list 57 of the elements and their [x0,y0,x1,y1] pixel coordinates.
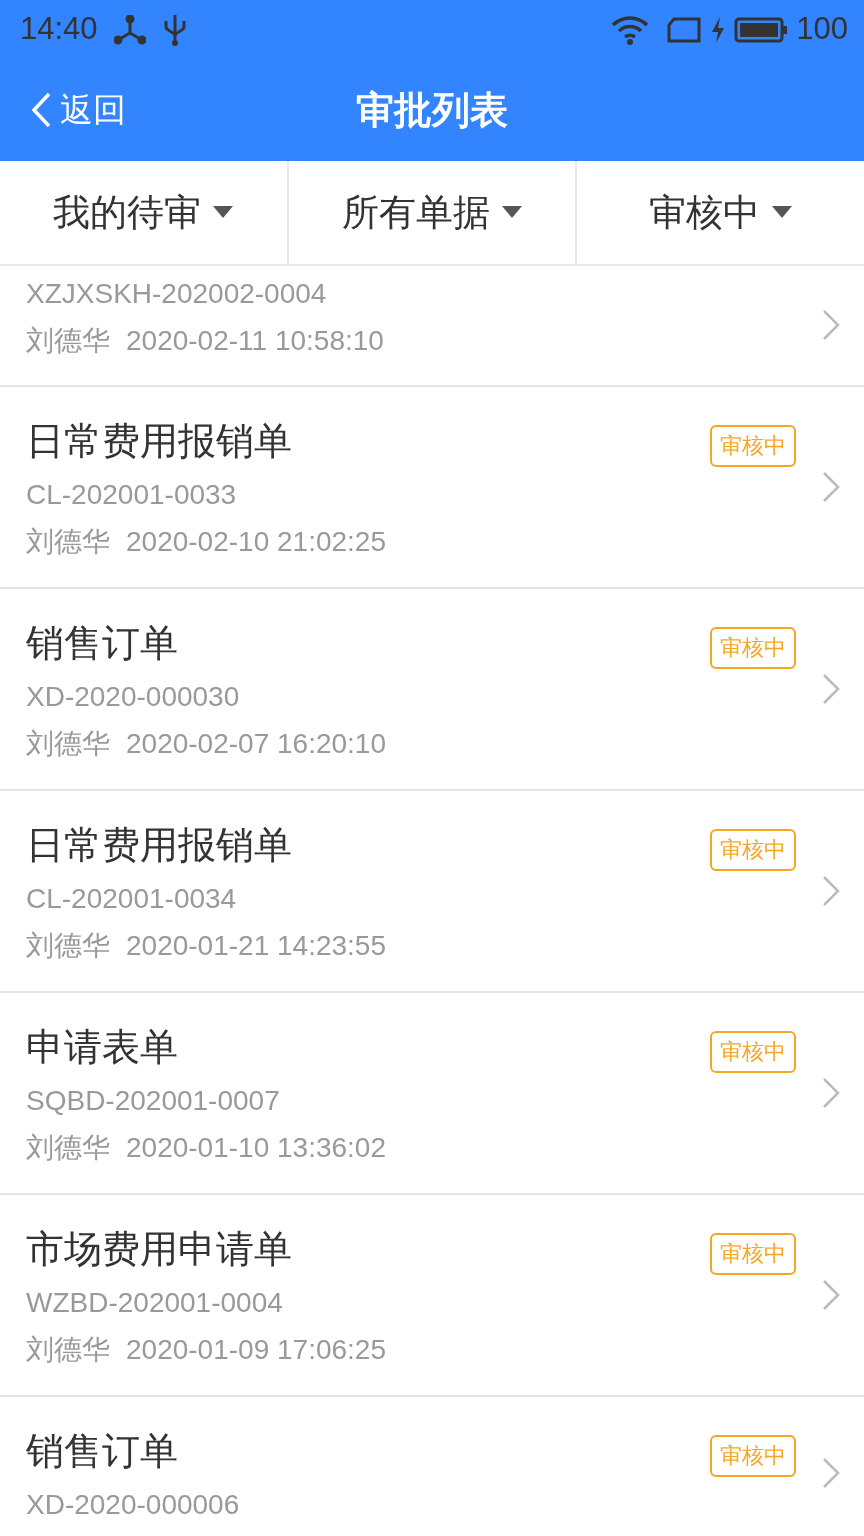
back-button[interactable]: 返回 [30,59,126,161]
chevron-right-icon [822,1457,840,1490]
submit-time: 2020-02-10 21:02:25 [126,524,386,559]
approval-list-item[interactable]: 日常费用报销单 审核中 CL-202001-0033 刘德华 2020-02-10 21:02:25 [0,386,864,589]
approval-list-item[interactable]: 销售订单 审核中 XD-2020-000030 刘德华 2020-02-07 16:20:10 [0,588,864,791]
item-title: 日常费用报销单 [26,418,292,464]
clock-text: 14:40 [20,10,98,49]
approval-list-item[interactable]: 日常费用报销单 审核中 CL-202001-0034 刘德华 2020-01-21 14:23:55 [0,790,864,993]
document-number: XD-2020-000006 [26,1487,240,1522]
submitter-name: 刘德华 [26,1130,110,1165]
item-title: 日常费用报销单 [26,822,292,868]
submit-time: 2020-01-09 17:06:25 [126,1332,386,1367]
status-tag: 审核中 [710,1030,796,1073]
battery-percent-text: 100 [796,10,848,49]
item-title: 销售订单 [26,1428,178,1474]
status-tag: 审核中 [710,1434,796,1477]
chevron-right-icon [822,470,840,503]
document-number: XD-2020-000030 [26,679,240,714]
submitter-name: 刘德华 [26,524,110,559]
approval-list-item[interactable]: 市场费用申请单 审核中 WZBD-202001-0004 刘德华 2020-01-09 17:06:25 [0,1194,864,1397]
document-number: SQBD-202001-0007 [26,1083,280,1118]
status-tag: 审核中 [710,828,796,871]
approval-list-item[interactable]: 销售订单 审核中 XD-2020-000006 [0,1396,864,1536]
back-chevron-icon [30,91,52,130]
caret-icon [502,206,522,219]
submit-time: 2020-01-10 13:36:02 [126,1130,386,1165]
chevron-right-icon [822,874,840,907]
submitter-name: 刘德华 [26,1332,110,1367]
document-number: CL-202001-0033 [26,477,237,512]
charging-icon [710,15,727,44]
submit-time: 2020-02-07 16:20:10 [126,726,386,761]
submitter-name: 刘德华 [26,323,110,358]
wifi-icon [610,13,651,46]
chevron-right-icon [822,1076,840,1109]
submitter-name: 刘德华 [26,726,110,761]
item-title: 销售订单 [26,620,178,666]
document-number: CL-202001-0034 [26,881,237,916]
item-title: 申请表单 [26,1024,178,1070]
caret-icon [213,206,234,219]
share-icon [113,14,146,45]
caret-icon [772,206,793,219]
status-tag: 审核中 [710,626,796,669]
status-tag: 审核中 [710,424,796,467]
sim-card-icon [666,15,703,44]
document-number: WZBD-202001-0004 [26,1285,283,1320]
status-tag: 审核中 [710,1232,796,1275]
approval-list-item[interactable]: 申请表单 审核中 SQBD-202001-0007 刘德华 2020-01-10 13:36:02 [0,992,864,1195]
submit-time: 2020-01-21 14:23:55 [126,928,386,963]
item-title: 市场费用申请单 [26,1226,292,1272]
battery-icon [734,15,789,44]
chevron-right-icon [822,1278,840,1311]
chevron-right-icon [822,309,840,342]
submit-time: 2020-02-11 10:58:10 [126,323,384,358]
submitter-name: 刘德华 [26,928,110,963]
page-title: 审批列表 [356,87,508,133]
document-number: XZJXSKH-202002-0004 [26,276,327,311]
chevron-right-icon [822,672,840,705]
